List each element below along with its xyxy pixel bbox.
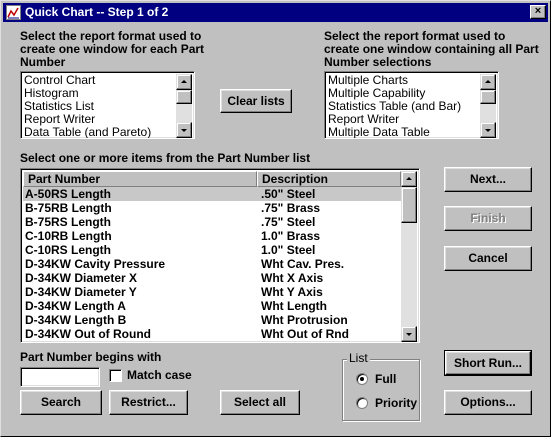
table-row[interactable]: A-50RS Length .50" Steel bbox=[23, 187, 401, 201]
begins-with-input[interactable] bbox=[20, 367, 100, 387]
begins-with-label: Part Number begins with bbox=[20, 350, 162, 364]
part-list-scrollbar[interactable] bbox=[401, 171, 417, 342]
table-row[interactable]: C-10RB Length 1.0" Brass bbox=[23, 229, 401, 243]
match-case-checkbox[interactable] bbox=[109, 369, 122, 382]
multi-window-format-list[interactable]: Multiple Charts Multiple Capability Stat… bbox=[324, 71, 499, 139]
left-format-label-3: Number bbox=[20, 55, 66, 69]
options-label: Options... bbox=[460, 395, 516, 409]
table-row[interactable]: B-75RB Length .75" Brass bbox=[23, 201, 401, 215]
part-number-cell: D-34KW Diameter Y bbox=[25, 285, 137, 299]
part-number-cell: C-10RS Length bbox=[25, 243, 112, 257]
arrow-down-icon bbox=[406, 333, 412, 336]
arrow-down-icon bbox=[181, 129, 187, 132]
scroll-up-button[interactable] bbox=[480, 74, 496, 90]
match-case-label: Match case bbox=[127, 368, 192, 382]
clear-lists-label: Clear lists bbox=[227, 94, 285, 108]
table-row[interactable]: D-34KW Diameter Y Wht Y Axis bbox=[23, 285, 401, 299]
scroll-up-button[interactable] bbox=[176, 74, 192, 90]
arrow-up-icon bbox=[181, 80, 187, 83]
part-number-cell: D-34KW Cavity Pressure bbox=[25, 257, 166, 271]
scroll-thumb[interactable] bbox=[176, 90, 192, 104]
description-cell: Wht Length bbox=[261, 299, 327, 313]
description-cell: 1.0" Brass bbox=[261, 229, 321, 243]
short-run-button[interactable]: Short Run... bbox=[444, 350, 532, 376]
arrow-down-icon bbox=[485, 129, 491, 132]
priority-radio[interactable] bbox=[356, 397, 368, 409]
select-all-button[interactable]: Select all bbox=[220, 390, 300, 415]
scroll-down-button[interactable] bbox=[401, 326, 417, 342]
restrict-button[interactable]: Restrict... bbox=[109, 390, 188, 415]
table-row[interactable]: D-34KW Out of Round Wht Out of Rnd bbox=[23, 327, 401, 341]
window-title: Quick Chart -- Step 1 of 2 bbox=[25, 5, 169, 19]
column-header-part-number[interactable]: Part Number bbox=[23, 171, 257, 187]
part-number-cell: D-34KW Length B bbox=[25, 313, 127, 327]
app-icon bbox=[6, 5, 21, 20]
column-header-description[interactable]: Description bbox=[257, 171, 401, 187]
part-number-cell: B-75RS Length bbox=[25, 215, 112, 229]
left-list-scrollbar[interactable] bbox=[176, 74, 192, 138]
single-window-format-list[interactable]: Control Chart Histogram Statistics List … bbox=[20, 71, 195, 139]
next-button[interactable]: Next... bbox=[444, 167, 532, 192]
arrow-up-icon bbox=[485, 80, 491, 83]
full-radio[interactable] bbox=[356, 373, 368, 385]
part-list-label: Select one or more items from the Part N… bbox=[20, 151, 311, 165]
select-all-label: Select all bbox=[233, 395, 287, 409]
search-button[interactable]: Search bbox=[20, 390, 102, 415]
quick-chart-dialog: Quick Chart -- Step 1 of 2 × Select the … bbox=[0, 0, 551, 437]
right-format-label-3: Number selections bbox=[324, 55, 432, 69]
close-button[interactable]: × bbox=[530, 5, 546, 19]
full-radio-label: Full bbox=[375, 372, 397, 386]
close-icon: × bbox=[534, 5, 542, 17]
part-number-list[interactable]: Part Number Description A-50RS Length .5… bbox=[20, 168, 420, 343]
description-cell: .50" Steel bbox=[261, 187, 316, 201]
restrict-label: Restrict... bbox=[121, 395, 176, 409]
scroll-thumb[interactable] bbox=[401, 187, 417, 223]
next-label: Next... bbox=[469, 172, 506, 186]
table-row[interactable]: C-10RS Length 1.0" Steel bbox=[23, 243, 401, 257]
part-number-cell: C-10RB Length bbox=[25, 229, 112, 243]
description-cell: Wht Out of Rnd bbox=[261, 327, 349, 341]
list-item[interactable]: Data Table (and Pareto) bbox=[24, 126, 151, 139]
scroll-thumb[interactable] bbox=[480, 90, 496, 104]
list-groupbox bbox=[342, 359, 420, 421]
description-cell: .75" Brass bbox=[261, 201, 321, 215]
cancel-button[interactable]: Cancel bbox=[444, 246, 532, 271]
table-row[interactable]: D-34KW Cavity Pressure Wht Cav. Pres. bbox=[23, 257, 401, 271]
cancel-label: Cancel bbox=[468, 251, 508, 265]
finish-button[interactable]: Finish bbox=[444, 206, 532, 231]
short-run-label: Short Run... bbox=[454, 356, 522, 370]
description-cell: Wht Protrusion bbox=[261, 313, 348, 327]
list-item[interactable]: Multiple Data Table bbox=[328, 126, 430, 139]
scroll-down-button[interactable] bbox=[480, 122, 496, 138]
description-cell: Wht X Axis bbox=[261, 271, 324, 285]
part-number-cell: D-34KW Length A bbox=[25, 299, 126, 313]
finish-label: Finish bbox=[470, 211, 506, 225]
priority-radio-label: Priority bbox=[375, 396, 418, 410]
part-number-cell: D-34KW Out of Round bbox=[25, 327, 151, 341]
table-row[interactable]: D-34KW Length A Wht Length bbox=[23, 299, 401, 313]
part-number-cell: B-75RB Length bbox=[25, 201, 112, 215]
search-label: Search bbox=[40, 395, 82, 409]
scroll-down-button[interactable] bbox=[176, 122, 192, 138]
scroll-up-button[interactable] bbox=[401, 171, 417, 187]
description-cell: .75" Steel bbox=[261, 215, 316, 229]
description-cell: Wht Cav. Pres. bbox=[261, 257, 345, 271]
right-list-scrollbar[interactable] bbox=[480, 74, 496, 138]
part-number-cell: D-34KW Diameter X bbox=[25, 271, 138, 285]
options-button[interactable]: Options... bbox=[444, 390, 532, 415]
part-number-cell: A-50RS Length bbox=[25, 187, 112, 201]
description-cell: Wht Y Axis bbox=[261, 285, 323, 299]
list-group-legend: List bbox=[347, 351, 370, 365]
arrow-up-icon bbox=[406, 177, 412, 180]
clear-lists-button[interactable]: Clear lists bbox=[220, 89, 292, 113]
table-row[interactable]: B-75RS Length .75" Steel bbox=[23, 215, 401, 229]
table-row[interactable]: D-34KW Length B Wht Protrusion bbox=[23, 313, 401, 327]
radio-selected-dot bbox=[360, 377, 364, 381]
description-cell: 1.0" Steel bbox=[261, 243, 316, 257]
title-bar[interactable]: Quick Chart -- Step 1 of 2 × bbox=[3, 3, 548, 22]
table-row[interactable]: D-34KW Diameter X Wht X Axis bbox=[23, 271, 401, 285]
